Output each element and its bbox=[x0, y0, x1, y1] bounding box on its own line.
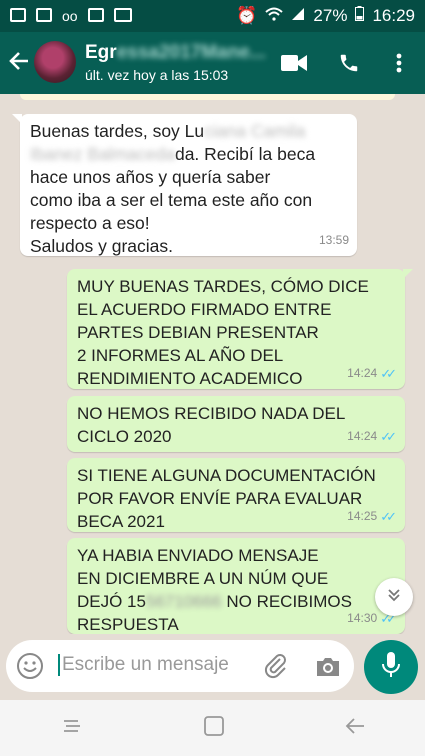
chat-area[interactable]: Buenas tardes, soy Luciana Camila Ibanez… bbox=[0, 94, 425, 634]
battery-icon bbox=[355, 6, 365, 26]
system-navigation-bar bbox=[0, 700, 425, 756]
chat-header: Egressa2017Mane... últ. vez hoy a las 15… bbox=[0, 32, 425, 94]
signal-icon bbox=[291, 6, 305, 26]
home-icon[interactable] bbox=[203, 715, 225, 742]
message-input[interactable]: Escribe un mensaje bbox=[58, 654, 229, 676]
checkbox-notification-icon bbox=[36, 8, 52, 22]
avatar[interactable] bbox=[34, 41, 76, 83]
outgoing-message[interactable]: MUY BUENAS TARDES, CÓMO DICE EL ACUERDO … bbox=[67, 269, 413, 389]
read-receipt-icon: ✓✓ bbox=[380, 509, 397, 524]
clock-time: 16:29 bbox=[372, 6, 415, 25]
microphone-icon bbox=[381, 651, 401, 684]
paperclip-icon[interactable] bbox=[262, 652, 290, 685]
wifi-icon bbox=[265, 6, 284, 26]
image-notification-icon bbox=[87, 8, 104, 22]
alarm-icon: ⏰ bbox=[236, 6, 258, 25]
scroll-to-bottom-button[interactable] bbox=[375, 578, 413, 616]
back-icon[interactable] bbox=[344, 716, 366, 741]
voicemail-icon: oo bbox=[62, 8, 78, 24]
emoji-icon[interactable] bbox=[16, 652, 44, 680]
double-chevron-down-icon bbox=[386, 587, 402, 608]
status-bar: oo ⏰ 27% 16:29 bbox=[0, 0, 425, 32]
message-time: 14:24 ✓✓ bbox=[347, 425, 397, 448]
incoming-message[interactable]: Buenas tardes, soy Luciana Camila Ibanez… bbox=[12, 114, 357, 256]
more-options-icon[interactable] bbox=[386, 50, 412, 76]
read-receipt-icon: ✓✓ bbox=[380, 366, 397, 381]
message-time: 13:59 bbox=[318, 233, 349, 247]
camera-icon[interactable] bbox=[314, 652, 342, 685]
read-receipt-icon: ✓✓ bbox=[380, 429, 397, 444]
outgoing-message[interactable]: SI TIENE ALGUNA DOCUMENTACIÓN POR FAVOR … bbox=[67, 458, 405, 532]
outgoing-message[interactable]: YA HABIA ENVIADO MENSAJE EN DICIEMBRE A … bbox=[67, 538, 405, 634]
laptop-notification-icon bbox=[113, 8, 132, 22]
voice-message-button[interactable] bbox=[364, 640, 418, 694]
video-call-icon[interactable] bbox=[281, 50, 307, 76]
last-seen-status: últ. vez hoy a las 15:03 bbox=[85, 67, 229, 83]
battery-percent: 27% bbox=[313, 6, 348, 25]
previous-message-edge bbox=[20, 94, 395, 100]
back-arrow-icon[interactable] bbox=[8, 50, 30, 76]
message-notification-icon bbox=[10, 8, 26, 22]
message-time: 14:24 ✓✓ bbox=[347, 362, 397, 385]
message-time: 14:25 ✓✓ bbox=[347, 505, 397, 528]
outgoing-message[interactable]: NO HEMOS RECIBIDO NADA DEL CICLO 2020 14… bbox=[67, 396, 405, 452]
contact-name[interactable]: Egressa2017Mane... bbox=[85, 42, 266, 64]
recent-apps-icon[interactable] bbox=[60, 716, 84, 741]
phone-call-icon[interactable] bbox=[336, 50, 362, 76]
message-composer: Escribe un mensaje bbox=[6, 640, 354, 692]
